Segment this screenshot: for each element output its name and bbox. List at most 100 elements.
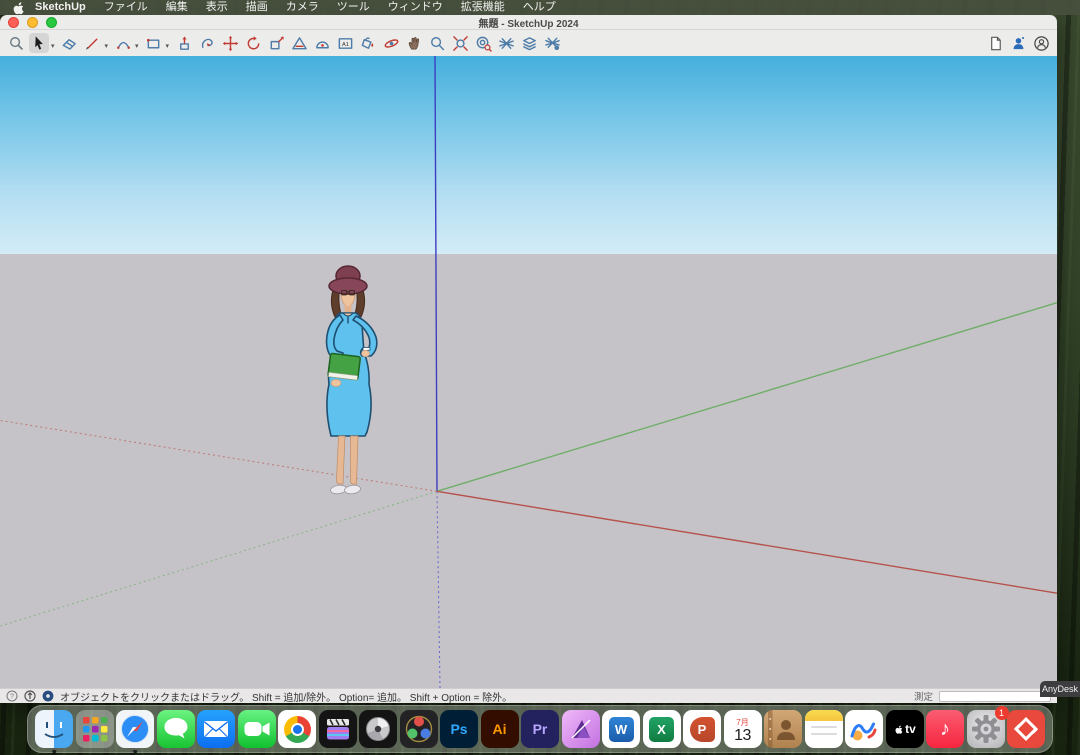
tool-rotate[interactable] bbox=[243, 33, 263, 53]
anydesk-window-tag[interactable]: AnyDesk bbox=[1040, 681, 1080, 697]
tool-scan-settings[interactable] bbox=[542, 33, 562, 53]
tool-scan-essentials[interactable] bbox=[496, 33, 516, 53]
person-figure[interactable] bbox=[300, 256, 410, 506]
tool-pan[interactable] bbox=[404, 33, 424, 53]
tool-shapes[interactable] bbox=[144, 33, 164, 53]
protractor-icon bbox=[314, 35, 331, 52]
line-dropdown-caret[interactable]: ▾ bbox=[105, 42, 109, 50]
tool-select[interactable] bbox=[29, 33, 49, 53]
menu-tools[interactable]: ツール bbox=[328, 0, 379, 15]
account-button[interactable] bbox=[1031, 33, 1051, 53]
zoom-extents-icon bbox=[452, 35, 469, 52]
dock-illustrator[interactable]: Ai bbox=[481, 710, 519, 748]
calendar-day: 13 bbox=[734, 727, 751, 744]
dock-compressor[interactable] bbox=[359, 710, 397, 748]
excel-icon: X bbox=[643, 710, 681, 748]
tool-follow-me[interactable] bbox=[197, 33, 217, 53]
svg-text:?: ? bbox=[10, 694, 14, 701]
menu-camera[interactable]: カメラ bbox=[277, 0, 328, 15]
dock-chrome[interactable] bbox=[278, 710, 316, 748]
orbit-icon bbox=[383, 35, 400, 52]
arc-icon bbox=[115, 35, 132, 52]
search-icon bbox=[8, 35, 25, 52]
dock-affinity[interactable] bbox=[562, 710, 600, 748]
illustrator-glyph: Ai bbox=[493, 721, 507, 737]
arc-dropdown-caret[interactable]: ▾ bbox=[135, 42, 139, 50]
tool-line[interactable] bbox=[83, 33, 103, 53]
tool-search[interactable] bbox=[6, 33, 26, 53]
rectangle-icon bbox=[145, 35, 162, 52]
menu-help[interactable]: ヘルプ bbox=[514, 0, 565, 15]
drawing-axes bbox=[0, 56, 1057, 688]
menu-edit[interactable]: 編集 bbox=[157, 0, 197, 15]
dock-finder[interactable] bbox=[35, 710, 73, 748]
dock-word[interactable]: W bbox=[602, 710, 640, 748]
menu-draw[interactable]: 描画 bbox=[237, 0, 277, 15]
tool-paint-bucket[interactable] bbox=[358, 33, 378, 53]
new-document-button[interactable] bbox=[985, 33, 1005, 53]
dock: Ps Ai Pr W X P 7月 13 bbox=[27, 705, 1053, 753]
tool-text[interactable]: A1 bbox=[335, 33, 355, 53]
dock-anydesk[interactable] bbox=[1007, 710, 1045, 748]
music-icon: ♪ bbox=[926, 710, 964, 748]
tool-scale[interactable] bbox=[266, 33, 286, 53]
tool-zoom-extents[interactable] bbox=[450, 33, 470, 53]
credit-status-icon[interactable] bbox=[24, 690, 36, 702]
tool-arc[interactable] bbox=[113, 33, 133, 53]
tool-dimensions[interactable] bbox=[289, 33, 309, 53]
dock-messages[interactable] bbox=[157, 710, 195, 748]
tool-move[interactable] bbox=[220, 33, 240, 53]
app-status-icon[interactable] bbox=[42, 690, 54, 702]
dock-powerpoint[interactable]: P bbox=[683, 710, 721, 748]
follow-me-icon bbox=[199, 35, 216, 52]
desktop: SketchUp ファイル 編集 表示 描画 カメラ ツール ウィンドウ 拡張機… bbox=[0, 0, 1080, 755]
dock-photoshop[interactable]: Ps bbox=[440, 710, 478, 748]
menu-file[interactable]: ファイル bbox=[95, 0, 157, 15]
menu-app-name[interactable]: SketchUp bbox=[26, 0, 95, 15]
dock-contacts[interactable] bbox=[764, 710, 802, 748]
apple-menu[interactable] bbox=[10, 0, 26, 16]
dock-premiere[interactable]: Pr bbox=[521, 710, 559, 748]
dock-settings[interactable]: 1 bbox=[967, 710, 1005, 748]
dock-final-cut-pro[interactable] bbox=[319, 710, 357, 748]
tool-zoom[interactable] bbox=[427, 33, 447, 53]
shapes-dropdown-caret[interactable]: ▾ bbox=[166, 42, 170, 50]
viewport-3d[interactable] bbox=[0, 56, 1057, 688]
status-bar: ? オブジェクトをクリックまたはドラッグ。 Shift = 追加/除外。 Opt… bbox=[0, 688, 1057, 703]
calendar-month: 7月 bbox=[736, 719, 748, 727]
anydesk-icon bbox=[1007, 710, 1045, 748]
tool-layers[interactable] bbox=[519, 33, 539, 53]
menu-window[interactable]: ウィンドウ bbox=[379, 0, 452, 15]
tool-orbit[interactable] bbox=[381, 33, 401, 53]
notes-icon bbox=[805, 710, 843, 748]
measurements-input[interactable] bbox=[939, 691, 1051, 702]
finder-running-dot bbox=[52, 750, 56, 754]
select-dropdown-caret[interactable]: ▾ bbox=[51, 42, 55, 50]
dock-davinci-resolve[interactable] bbox=[400, 710, 438, 748]
messages-icon bbox=[157, 710, 195, 748]
dock-apple-tv[interactable]: tv bbox=[886, 710, 924, 748]
menu-view[interactable]: 表示 bbox=[197, 0, 237, 15]
affinity-icon bbox=[562, 710, 600, 748]
user-button[interactable] bbox=[1008, 33, 1028, 53]
tool-eraser[interactable] bbox=[60, 33, 80, 53]
geolocation-status-icon[interactable]: ? bbox=[6, 690, 18, 702]
tool-model-search[interactable] bbox=[473, 33, 493, 53]
dock-mail[interactable] bbox=[197, 710, 235, 748]
dock-notes[interactable] bbox=[805, 710, 843, 748]
dock-calendar[interactable]: 7月 13 bbox=[724, 710, 762, 748]
paint-bucket-icon bbox=[360, 35, 377, 52]
tool-tape-measure[interactable] bbox=[312, 33, 332, 53]
dock-launchpad[interactable] bbox=[76, 710, 114, 748]
dock-excel[interactable]: X bbox=[643, 710, 681, 748]
dock-freeform[interactable] bbox=[845, 710, 883, 748]
measurements-label: 測定 bbox=[914, 689, 933, 703]
menu-extensions[interactable]: 拡張機能 bbox=[452, 0, 514, 15]
tool-push-pull[interactable] bbox=[174, 33, 194, 53]
dock-facetime[interactable] bbox=[238, 710, 276, 748]
dock-safari[interactable] bbox=[116, 710, 154, 748]
scan-planes-icon bbox=[498, 35, 515, 52]
apple-glyph bbox=[893, 724, 904, 735]
dock-music[interactable]: ♪ bbox=[926, 710, 964, 748]
finder-icon bbox=[35, 710, 73, 748]
